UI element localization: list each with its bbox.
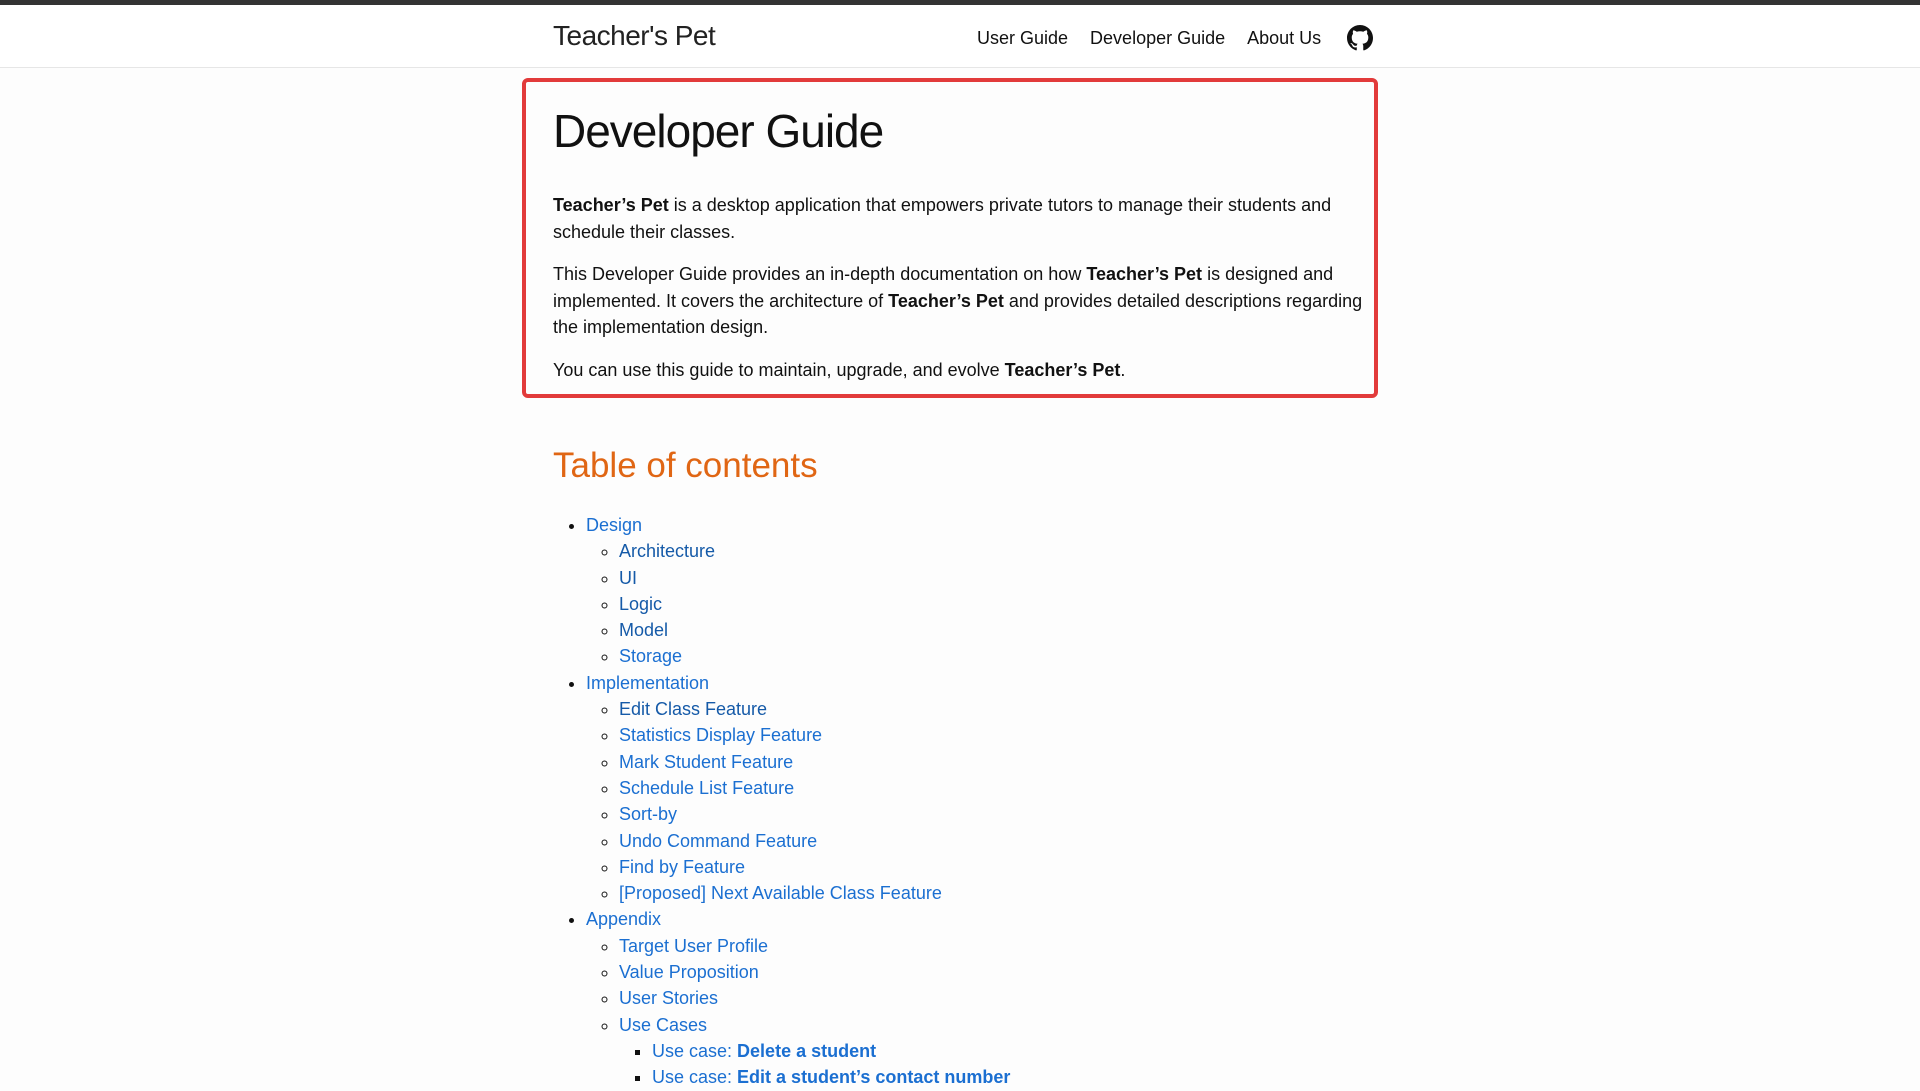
toc-title: Table of contents: [553, 446, 818, 485]
toc-item: UI: [619, 565, 1010, 591]
table-of-contents: Design Architecture UI Logic Model Stora…: [553, 512, 1010, 1091]
use-case-name: Delete a student: [737, 1040, 877, 1061]
intro-section: Developer Guide Teacher’s Pet is a deskt…: [553, 78, 1368, 399]
use-case-name: Edit a student’s contact number: [737, 1067, 1011, 1088]
intro-text-span: This Developer Guide provides an in-dept…: [553, 264, 1087, 284]
use-case-prefix: Use case:: [652, 1067, 738, 1088]
toc-item: Schedule List Feature: [619, 775, 1010, 801]
toc-link-appendix[interactable]: Appendix: [586, 909, 661, 929]
toc-link-find-by[interactable]: Find by Feature: [619, 857, 745, 877]
nav-developer-guide[interactable]: Developer Guide: [1090, 28, 1225, 49]
github-icon[interactable]: [1347, 25, 1374, 51]
toc-item: Undo Command Feature: [619, 828, 1010, 854]
toc-link-design[interactable]: Design: [586, 515, 642, 535]
toc-item: Sort-by: [619, 801, 1010, 827]
app-name: Teacher’s Pet: [1086, 264, 1203, 284]
toc-item-design: Design Architecture UI Logic Model Stora…: [586, 512, 1010, 670]
app-name: Teacher’s Pet: [553, 195, 669, 215]
toc-link-storage[interactable]: Storage: [619, 646, 682, 666]
intro-text: Teacher’s Pet is a desktop application t…: [553, 192, 1368, 383]
toc-link-use-case-delete-student[interactable]: Use case: Delete a student: [652, 1041, 876, 1061]
toc-link-implementation[interactable]: Implementation: [586, 673, 709, 693]
toc-link-next-available-class[interactable]: [Proposed] Next Available Class Feature: [619, 883, 942, 903]
toc-link-model[interactable]: Model: [619, 620, 668, 640]
toc-link-undo-command[interactable]: Undo Command Feature: [619, 831, 817, 851]
nav-about-us[interactable]: About Us: [1247, 28, 1321, 49]
toc-item: Architecture: [619, 538, 1010, 564]
toc-link-statistics-display[interactable]: Statistics Display Feature: [619, 725, 822, 745]
toc-link-sort-by[interactable]: Sort-by: [619, 804, 677, 824]
toc-link-schedule-list[interactable]: Schedule List Feature: [619, 778, 794, 798]
toc-item: Value Proposition: [619, 959, 1010, 985]
toc-item: Model: [619, 617, 1010, 643]
toc-item: Find by Feature: [619, 854, 1010, 880]
toc-link-use-case-edit-contact[interactable]: Use case: Edit a student’s contact numbe…: [652, 1067, 1010, 1087]
toc-link-user-stories[interactable]: User Stories: [619, 988, 718, 1008]
toc-link-architecture[interactable]: Architecture: [619, 541, 715, 561]
toc-link-edit-class[interactable]: Edit Class Feature: [619, 699, 767, 719]
toc-link-target-user-profile[interactable]: Target User Profile: [619, 936, 768, 956]
intro-text-span: You can use this guide to maintain, upgr…: [553, 359, 1005, 380]
toc-link-logic[interactable]: Logic: [619, 594, 662, 614]
site-brand-link[interactable]: Teacher's Pet: [553, 20, 716, 52]
toc-item: Logic: [619, 591, 1010, 617]
nav-user-guide[interactable]: User Guide: [977, 28, 1068, 49]
app-name: Teacher’s Pet: [1004, 359, 1121, 380]
toc-link-use-cases[interactable]: Use Cases: [619, 1015, 707, 1035]
toc-item: Use case: Edit a student’s contact numbe…: [652, 1064, 1010, 1090]
toc-item: Use case: Delete a student: [652, 1038, 1010, 1064]
intro-paragraph-3: You can use this guide to maintain, upgr…: [553, 357, 1368, 384]
intro-paragraph-2: This Developer Guide provides an in-dept…: [553, 261, 1368, 341]
toc-link-value-proposition[interactable]: Value Proposition: [619, 962, 759, 982]
toc-link-mark-student[interactable]: Mark Student Feature: [619, 752, 793, 772]
toc-item-appendix: Appendix Target User Profile Value Propo…: [586, 906, 1010, 1090]
page-title: Developer Guide: [553, 105, 884, 157]
toc-item: [Proposed] Next Available Class Feature: [619, 880, 1010, 906]
app-name: Teacher’s Pet: [888, 290, 1004, 311]
intro-text-span: is a desktop application that empowers p…: [553, 195, 1332, 242]
toc-item: Edit Class Feature: [619, 696, 1010, 722]
toc-item: Target User Profile: [619, 933, 1010, 959]
intro-paragraph-1: Teacher’s Pet is a desktop application t…: [553, 192, 1368, 245]
toc-item: Use Cases Use case: Delete a student Use…: [619, 1012, 1010, 1091]
toc-item: Statistics Display Feature: [619, 722, 1010, 748]
intro-text-span: .: [1120, 359, 1126, 380]
toc-item: Storage: [619, 643, 1010, 669]
toc-item: User Stories: [619, 985, 1010, 1011]
use-case-prefix: Use case:: [652, 1040, 738, 1061]
toc-item: Mark Student Feature: [619, 749, 1010, 775]
toc-link-ui[interactable]: UI: [619, 568, 637, 588]
nav-links: User Guide Developer Guide About Us: [977, 25, 1374, 51]
navbar: Teacher's Pet User Guide Developer Guide…: [0, 5, 1920, 68]
toc-item-implementation: Implementation Edit Class Feature Statis…: [586, 670, 1010, 907]
